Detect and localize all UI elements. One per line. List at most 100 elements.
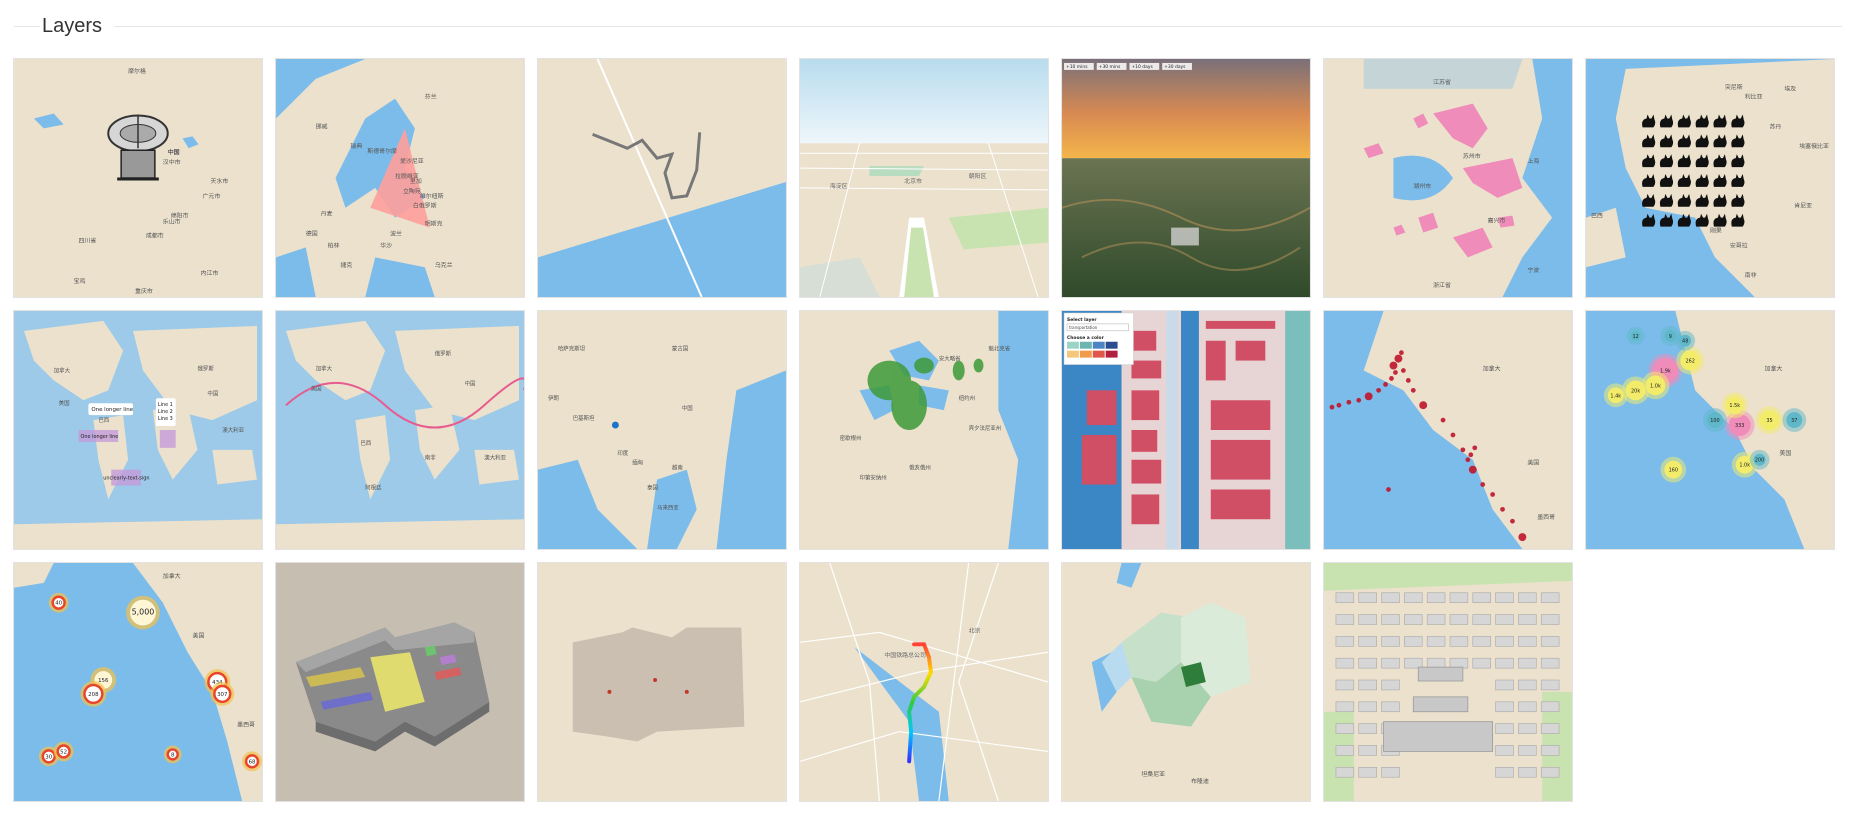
svg-text:美国: 美国 [1779,449,1791,457]
cluster-bubble-label: 333 [1735,423,1744,429]
svg-text:南非: 南非 [425,454,436,462]
svg-text:巴西: 巴西 [98,417,109,424]
svg-text:绵阳市: 绵阳市 [171,212,189,220]
cluster-marker-count: 307 [217,692,227,698]
building-block [1495,592,1514,603]
card-line-layer-simple[interactable] [537,58,787,298]
thumb-nordic-map: 挪威 瑞典 芬兰 爱沙尼亚 拉脱维亚 立陶宛 白俄罗斯 波兰 丹麦 德国 捷克 … [276,59,524,297]
card-3d-city-perspective[interactable]: 北京市 海淀区 朝阳区 [799,58,1049,298]
building-block [1381,636,1400,647]
svg-text:浙江省: 浙江省 [1433,281,1451,289]
svg-text:白俄罗斯: 白俄罗斯 [413,202,437,210]
svg-text:嘉兴市: 嘉兴市 [1488,217,1506,225]
svg-text:加拿大: 加拿大 [1483,365,1501,373]
building-block [1426,592,1446,603]
card-tree-heatmap-greatlakes[interactable]: 安大略省 魁北克省 密歇根州 纽约州 宾夕法尼亚州 俄亥俄州 印第安纳州 [799,310,1049,550]
svg-text:巴西: 巴西 [1591,213,1603,220]
card-gradient-route[interactable]: 中国铁路总公司 北京 [799,562,1049,802]
section-title: Layers [42,15,103,37]
svg-text:俄罗斯: 俄罗斯 [435,350,452,358]
svg-text:内江市: 内江市 [200,269,218,277]
card-popup-world[interactable]: One longer line Line 1 Line 2 Line 3 One… [13,310,263,550]
card-indoor-points[interactable] [537,562,787,802]
building-block [1358,745,1377,756]
svg-text:布隆迪: 布隆迪 [1191,777,1209,785]
building-block [1335,679,1355,691]
svg-text:安大略省: 安大略省 [939,355,961,363]
svg-text:墨西哥: 墨西哥 [237,722,255,729]
earthquake-dot [1386,487,1391,492]
svg-text:加拿大: 加拿大 [1765,365,1783,373]
svg-text:瑞典: 瑞典 [350,142,362,150]
building-block [1472,614,1491,625]
svg-text:Line 2: Line 2 [158,409,173,415]
card-building-color-select[interactable]: Select layer transportation Choose a col… [1061,310,1311,550]
svg-text:One longer line: One longer line [91,407,133,413]
cluster-bubble-label: 1.0k [1739,463,1750,469]
earthquake-dot [1419,401,1428,410]
svg-text:波兰: 波兰 [390,230,402,238]
building-block [1495,766,1514,778]
svg-text:美国: 美国 [1527,459,1539,467]
svg-text:巴基斯坦: 巴基斯坦 [573,414,595,422]
card-polygon-layer-nordic[interactable]: 挪威 瑞典 芬兰 爱沙尼亚 拉脱维亚 立陶宛 白俄罗斯 波兰 丹麦 德国 捷克 … [275,58,525,298]
earthquake-dot [1450,432,1456,438]
card-indoor-3d-floorplan[interactable] [275,562,525,802]
svg-text:+30 mins: +30 mins [1099,64,1121,70]
building-block [1540,636,1560,647]
building-block [1358,657,1377,669]
thumb-cluster-markers: 5,000401562084343073052 868 美国 加拿大 墨西哥 [14,563,262,801]
card-bubble-clusters-pacific[interactable]: 1.9k 262 1.0k 20k 1.4k 333 1.5k 35 37 48 12 9 160 1.0… [1585,310,1835,550]
svg-text:苏州市: 苏州市 [1463,152,1481,160]
svg-text:德国: 德国 [306,230,318,238]
building-block [1381,766,1400,778]
svg-text:北京: 北京 [969,626,981,634]
svg-text:加拿大: 加拿大 [163,572,181,580]
thumb-city-perspective: 北京市 海淀区 朝阳区 [800,59,1048,297]
building-block [1472,592,1491,603]
building-block [1472,636,1491,647]
thumb-sine-world: 加拿大 美国 巴西 俄罗斯 中国 澳大利亚 南非 阿根廷 [276,311,524,549]
svg-text:+10 days: +10 days [1131,64,1153,70]
svg-text:突尼斯: 突尼斯 [1725,83,1743,91]
cluster-marker-count: 68 [249,759,256,765]
cluster-bubble-label: 160 [1669,468,1678,474]
card-point-asia[interactable]: 哈萨克斯坦 蒙古国 中国 印度 伊朗 巴基斯坦 泰国 越南 缅甸 马来西亚 [537,310,787,550]
layer-color-panel[interactable]: Select layer transportation Choose a col… [1063,312,1134,365]
card-sine-line-world[interactable]: 加拿大 美国 巴西 俄罗斯 中国 澳大利亚 南非 阿根廷 [275,310,525,550]
svg-text:南非: 南非 [1745,271,1757,279]
building-block [1358,701,1377,713]
thumb-shanghai-fill: 江苏省 上海 浙江省 苏州市 嘉兴市 湖州市 宁波 [1324,59,1572,297]
svg-text:安哥拉: 安哥拉 [1730,241,1748,249]
card-earthquake-points[interactable]: 加拿大 美国 墨西哥 [1323,310,1573,550]
cluster-bubble-label: 20k [1631,388,1640,394]
card-cluster-markers-pacific[interactable]: 5,000 40 156 208 434 307 30 52 8 68 美国 加拿大 墨西哥 [13,562,263,802]
thumb-asia-point: 哈萨克斯坦 蒙古国 中国 印度 伊朗 巴基斯坦 泰国 越南 缅甸 马来西亚 [538,311,786,549]
thumb-terrain: +10 mins +30 mins +10 days +30 days [1062,59,1310,297]
earthquake-dot [1356,397,1362,403]
card-3d-buildings-forbidden-city[interactable] [1323,562,1573,802]
card-icon-layer-radar[interactable]: 摩尔格 中国 四川省 成都市 广元市 重庆市 乐山市 内江市 绵阳市 天水市 汉… [13,58,263,298]
svg-text:中国: 中国 [682,404,693,412]
svg-text:湖州市: 湖州市 [1413,182,1431,190]
card-terrain-sunset[interactable]: +10 mins +30 mins +10 days +30 days [1061,58,1311,298]
thumb-popup-world: One longer line Line 1 Line 2 Line 3 One… [14,311,262,549]
card-choropleth-region[interactable]: 布隆迪 坦桑尼亚 [1061,562,1311,802]
svg-text:海淀区: 海淀区 [830,182,848,190]
svg-text:摩尔格: 摩尔格 [128,67,146,75]
svg-text:泰国: 泰国 [647,484,658,492]
card-cat-icon-africa[interactable]: 突尼斯 利比亚 埃及 苏丹 埃塞俄比亚 肯尼亚 刚果 安哥拉 南非 巴西 [1585,58,1835,298]
svg-text:越南: 越南 [672,464,683,472]
thumb-gradient-route: 中国铁路总公司 北京 [800,563,1048,801]
building-block [1358,723,1377,734]
building-block [1358,614,1377,625]
cluster-bubble-label: 1.4k [1610,393,1621,399]
svg-text:Line 3: Line 3 [158,416,173,422]
building-block [1358,592,1377,603]
earthquake-dot [1500,506,1505,512]
svg-text:Choose a color: Choose a color [1067,335,1105,341]
building-block [1381,657,1400,669]
building-block [1472,657,1491,669]
building-block [1426,657,1446,669]
card-fill-layer-shanghai[interactable]: 江苏省 上海 浙江省 苏州市 嘉兴市 湖州市 宁波 [1323,58,1573,298]
